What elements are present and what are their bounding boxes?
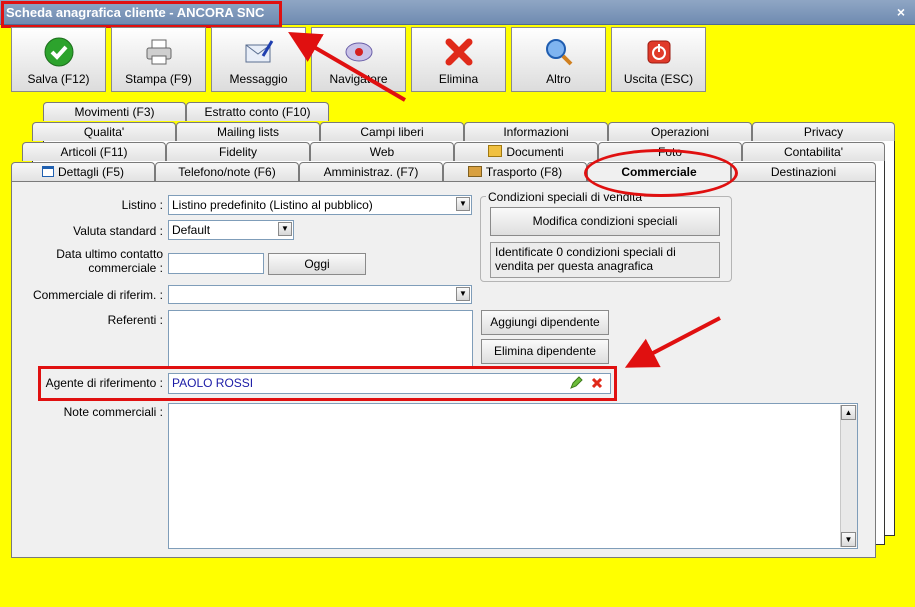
- tab-trasporto-label: Trasporto (F8): [485, 165, 563, 179]
- exit-label: Uscita (ESC): [623, 72, 694, 86]
- other-label: Altro: [546, 72, 571, 86]
- commerciale-label: Commerciale di riferim. :: [32, 288, 163, 302]
- listino-select[interactable]: Listino predefinito (Listino al pubblico…: [168, 195, 472, 215]
- referenti-label: Referenti :: [107, 313, 163, 327]
- tab-informazioni[interactable]: Informazioni: [464, 122, 608, 141]
- exit-button[interactable]: Uscita (ESC): [611, 27, 706, 92]
- print-label: Stampa (F9): [125, 72, 192, 86]
- aggiungi-dipendente-button[interactable]: Aggiungi dipendente: [481, 310, 609, 335]
- elimina-dipendente-button[interactable]: Elimina dipendente: [481, 339, 609, 364]
- truck-icon: [467, 166, 482, 177]
- note-commerciali-textarea[interactable]: [168, 403, 858, 549]
- condizioni-info-text: Identificate 0 condizioni speciali di ve…: [495, 245, 676, 273]
- tab-estratto-conto[interactable]: Estratto conto (F10): [186, 102, 329, 121]
- other-button[interactable]: Altro: [511, 27, 606, 92]
- printer-icon: [146, 39, 171, 65]
- check-icon: [44, 37, 73, 67]
- tab-campi-liberi[interactable]: Campi liberi: [320, 122, 464, 141]
- magnifier-icon: [545, 39, 572, 66]
- tab-documenti-label: Documenti: [506, 145, 564, 159]
- save-label: Salva (F12): [27, 72, 90, 86]
- message-label: Messaggio: [229, 72, 288, 86]
- note-commerciali-label: Note commerciali :: [63, 405, 163, 419]
- tab-privacy[interactable]: Privacy: [752, 122, 895, 141]
- calendar-icon: [41, 166, 54, 177]
- delete-button[interactable]: Elimina: [411, 27, 506, 92]
- tab-destinazioni[interactable]: Destinazioni: [731, 162, 876, 181]
- tab-documenti[interactable]: Documenti: [454, 142, 598, 161]
- valuta-select[interactable]: Default ▼: [168, 220, 294, 240]
- folder-icon: [488, 145, 503, 157]
- power-icon: [647, 40, 670, 64]
- tab-operazioni[interactable]: Operazioni: [608, 122, 752, 141]
- tab-amministrazione[interactable]: Amministraz. (F7): [299, 162, 443, 181]
- scroll-down-icon[interactable]: ▼: [841, 532, 856, 547]
- chevron-down-icon[interactable]: ▼: [278, 222, 292, 236]
- listino-value: Listino predefinito (Listino al pubblico…: [172, 198, 373, 212]
- modifica-condizioni-button[interactable]: Modifica condizioni speciali: [490, 207, 720, 236]
- close-icon[interactable]: ×: [897, 4, 905, 20]
- annotation-title-box: [1, 1, 282, 28]
- message-button[interactable]: Messaggio: [211, 27, 306, 92]
- navigator-label: Navigatore: [329, 72, 388, 86]
- print-button[interactable]: Stampa (F9): [111, 27, 206, 92]
- oggi-button[interactable]: Oggi: [268, 253, 366, 275]
- tab-movimenti[interactable]: Movimenti (F3): [43, 102, 186, 121]
- data-contatto-label-line2: commerciale :: [88, 261, 163, 275]
- chevron-down-icon[interactable]: ▼: [456, 287, 470, 301]
- listino-label: Listino :: [121, 198, 163, 212]
- tab-mailing-lists[interactable]: Mailing lists: [176, 122, 320, 141]
- valuta-value: Default: [172, 223, 211, 237]
- condizioni-info-box: Identificate 0 condizioni speciali di ve…: [490, 242, 720, 278]
- compass-icon: [345, 42, 372, 62]
- delete-label: Elimina: [438, 72, 479, 86]
- annotation-commerciale-ellipse: [584, 149, 738, 197]
- envelope-pen-icon: [245, 40, 273, 63]
- tab-contabilita[interactable]: Contabilita': [742, 142, 885, 161]
- tab-web[interactable]: Web: [310, 142, 454, 161]
- tab-dettagli-label: Dettagli (F5): [57, 165, 125, 179]
- annotation-agente-box: [38, 366, 617, 401]
- referenti-list[interactable]: [168, 310, 473, 367]
- scroll-up-icon[interactable]: ▲: [841, 405, 856, 420]
- save-button[interactable]: Salva (F12): [11, 27, 106, 92]
- tab-fidelity[interactable]: Fidelity: [166, 142, 310, 161]
- red-x-icon: [445, 38, 472, 66]
- tab-telefono-note[interactable]: Telefono/note (F6): [155, 162, 299, 181]
- data-contatto-input[interactable]: [168, 253, 264, 274]
- data-contatto-label: Data ultimo contatto commerciale :: [30, 247, 163, 275]
- valuta-label: Valuta standard :: [73, 224, 163, 238]
- navigator-button[interactable]: Navigatore: [311, 27, 406, 92]
- tab-dettagli[interactable]: Dettagli (F5): [11, 162, 155, 181]
- chevron-down-icon[interactable]: ▼: [456, 197, 470, 211]
- commerciale-select[interactable]: ▼: [168, 285, 472, 304]
- tab-trasporto[interactable]: Trasporto (F8): [443, 162, 587, 181]
- data-contatto-label-line1: Data ultimo contatto: [56, 247, 163, 261]
- note-scrollbar[interactable]: ▲ ▼: [840, 405, 857, 547]
- tab-articoli[interactable]: Articoli (F11): [22, 142, 166, 161]
- tab-qualita[interactable]: Qualita': [32, 122, 176, 141]
